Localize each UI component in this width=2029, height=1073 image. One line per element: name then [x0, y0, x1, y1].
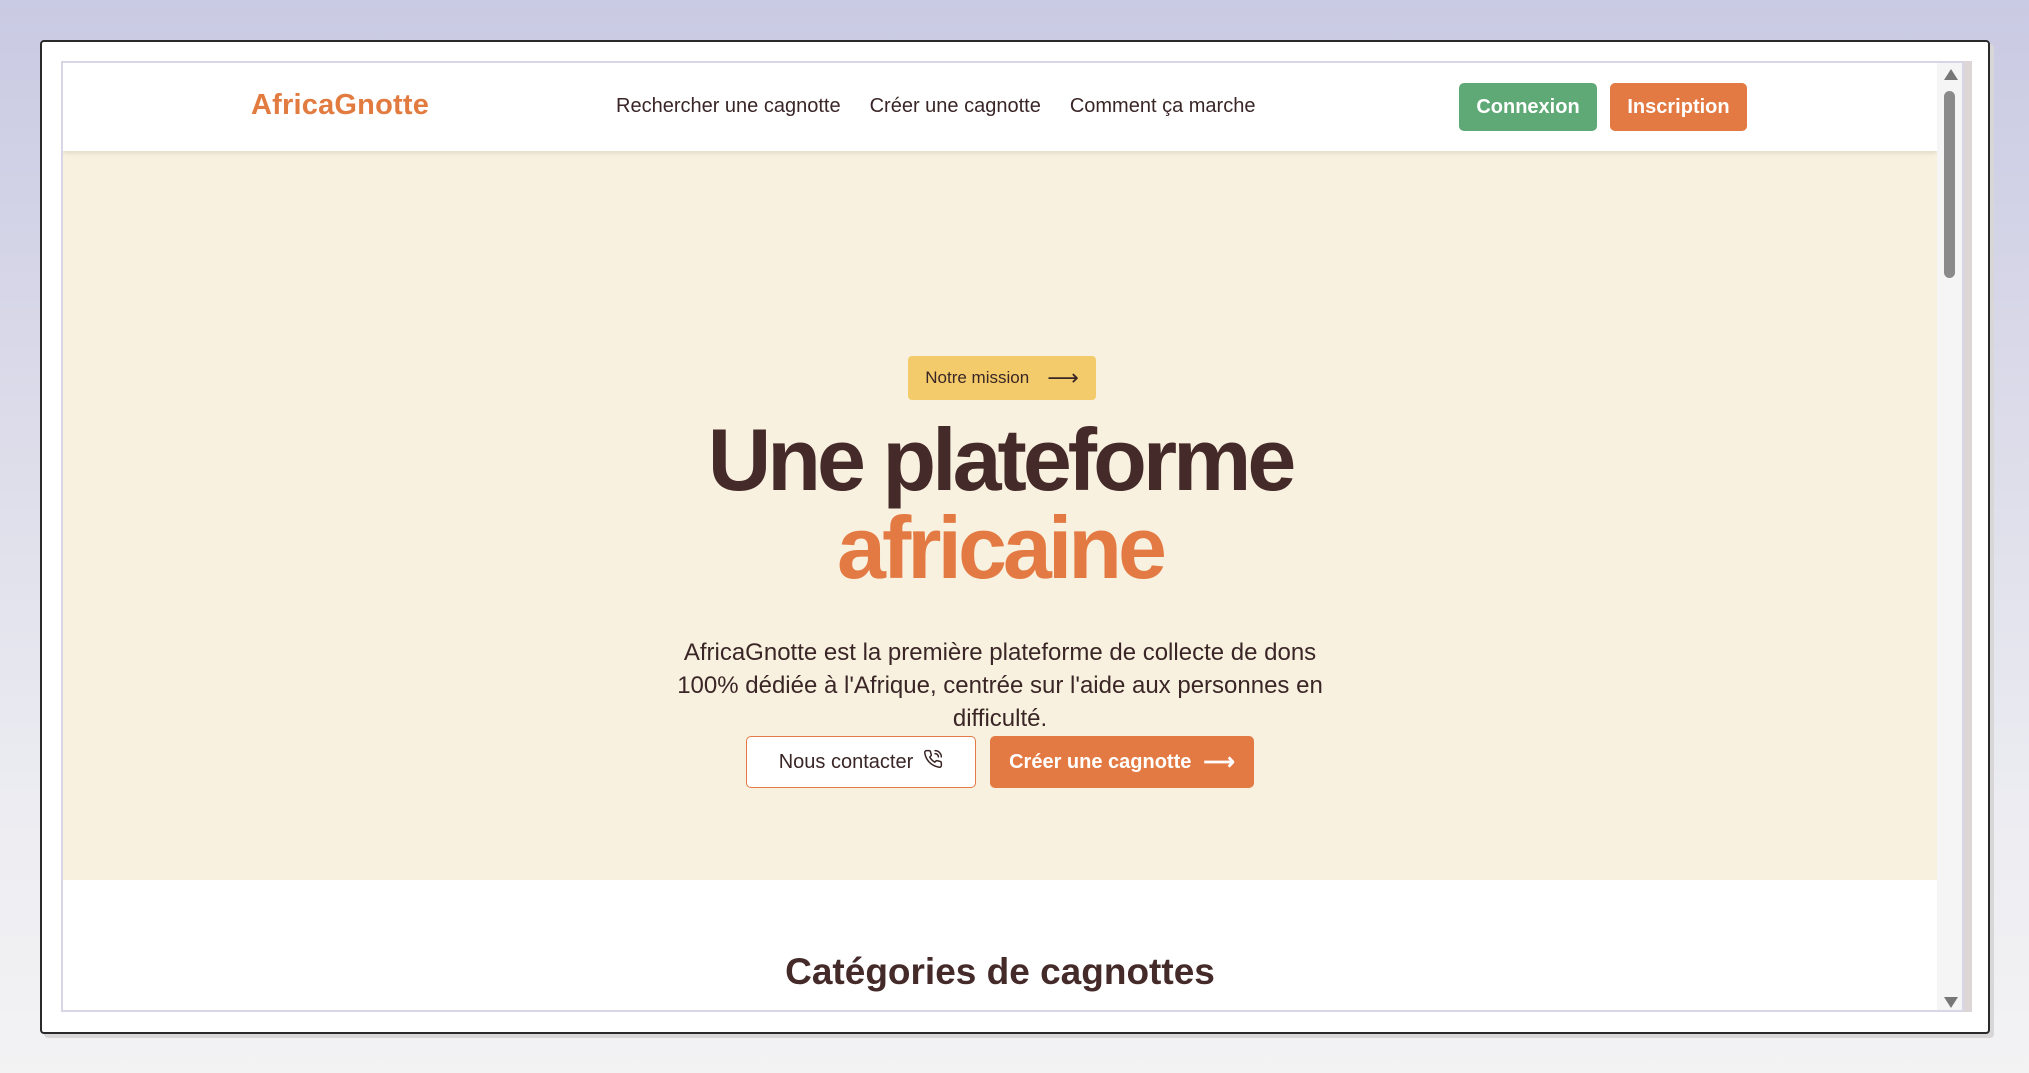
arrow-right-icon: ⟶	[1047, 365, 1079, 390]
scroll-down-arrow-icon[interactable]	[1944, 997, 1958, 1008]
arrow-right-icon: ⟶	[1203, 749, 1235, 774]
create-fundraiser-button[interactable]: Créer une cagnotte ⟶	[990, 736, 1254, 788]
phone-icon	[923, 749, 943, 775]
window-edge	[1964, 61, 1972, 1012]
page-viewport: AfricaGnotte Rechercher une cagnotte Cré…	[61, 61, 1964, 1012]
categories-title: Catégories de cagnottes	[785, 951, 1215, 992]
contact-label: Nous contacter	[778, 750, 914, 773]
nav-links: Rechercher une cagnotte Créer une cagnot…	[616, 95, 1255, 118]
nav-link-search[interactable]: Rechercher une cagnotte	[616, 95, 841, 118]
headline-line2: africaine	[837, 498, 1167, 597]
scrollbar-thumb[interactable]	[1944, 91, 1955, 278]
mission-label: Notre mission	[925, 368, 1030, 387]
mission-button[interactable]: Notre mission ⟶	[908, 356, 1096, 400]
page: AfricaGnotte Rechercher une cagnotte Cré…	[63, 63, 1937, 1010]
headline-line1: Une plateforme	[707, 410, 1297, 509]
hero-headline: Une plateforme africaine	[63, 416, 1937, 592]
hero-subtitle: AfricaGnotte est la première plateforme …	[677, 639, 1323, 732]
navbar: AfricaGnotte Rechercher une cagnotte Cré…	[63, 63, 1937, 151]
nav-link-how-it-works[interactable]: Comment ça marche	[1070, 95, 1256, 118]
scroll-up-arrow-icon[interactable]	[1944, 69, 1958, 80]
brand-logo[interactable]: AfricaGnotte	[251, 89, 429, 122]
nav-link-create[interactable]: Créer une cagnotte	[870, 95, 1041, 118]
contact-button[interactable]: Nous contacter	[746, 736, 976, 788]
login-button[interactable]: Connexion	[1459, 83, 1597, 131]
browser-window: AfricaGnotte Rechercher une cagnotte Cré…	[40, 40, 1990, 1034]
vertical-scrollbar[interactable]	[1937, 63, 1962, 1010]
hero-section: Notre mission ⟶ Une plateforme africaine…	[63, 151, 1937, 880]
signup-button[interactable]: Inscription	[1610, 83, 1747, 131]
create-label: Créer une cagnotte	[1009, 750, 1192, 773]
